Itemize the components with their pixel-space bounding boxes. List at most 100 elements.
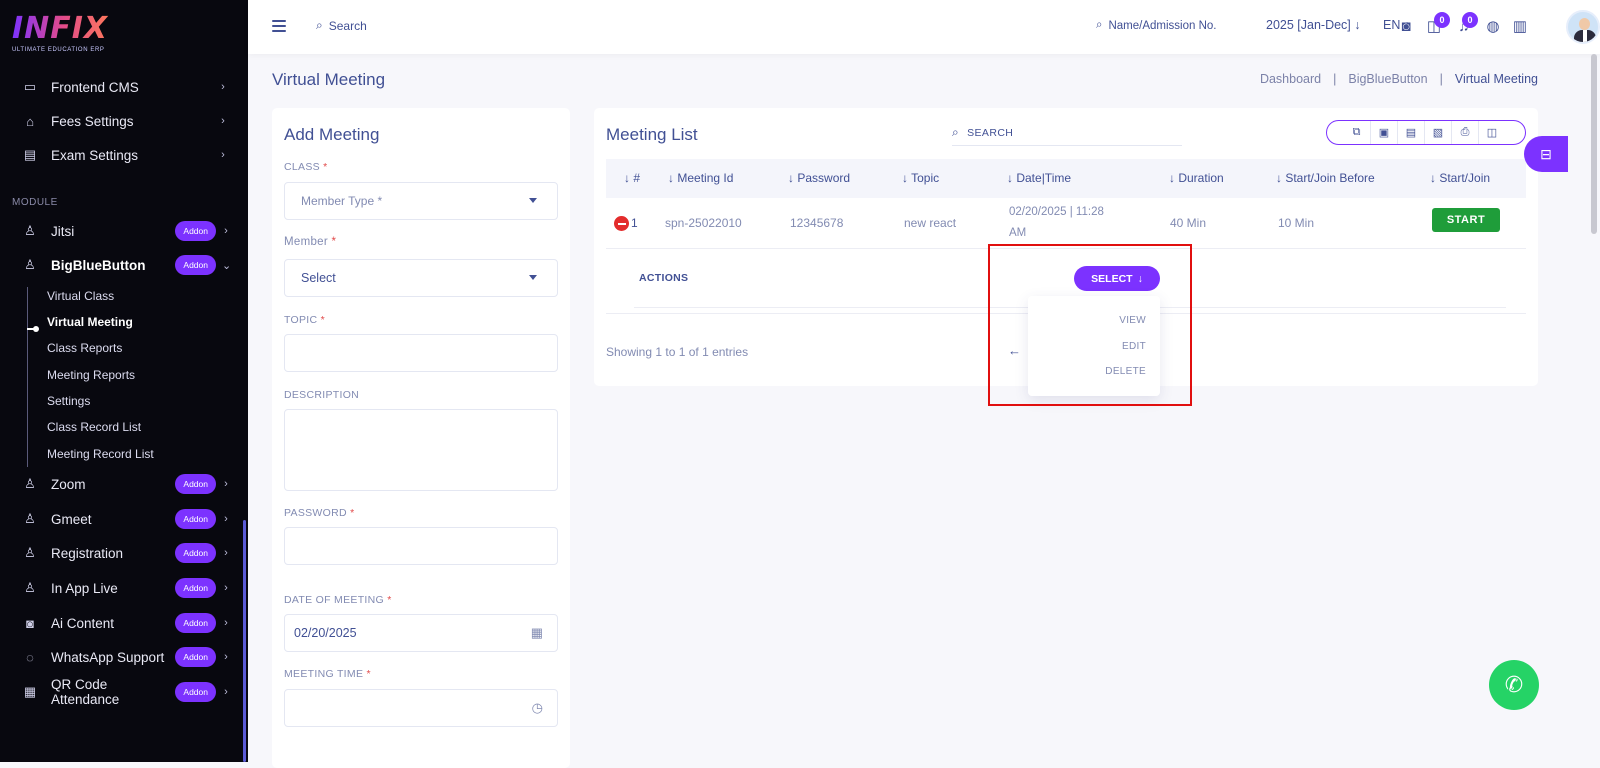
member-select-value: Select bbox=[301, 271, 336, 285]
sidebar-item-ai-content[interactable]: ◙ Ai Content Addon › bbox=[0, 608, 248, 638]
sidebar-item-registration[interactable]: ♙ Registration Addon › bbox=[0, 538, 248, 568]
columns-icon[interactable]: ◫ bbox=[1478, 121, 1505, 144]
sidebar-item-label: Zoom bbox=[51, 476, 86, 492]
sidebar-item-in-app-live[interactable]: ♙ In App Live Addon › bbox=[0, 573, 248, 603]
sidebar-item-label: WhatsApp Support bbox=[51, 649, 165, 665]
search-input[interactable]: ⌕ Search bbox=[316, 18, 367, 33]
sidebar-item-whatsapp-support[interactable]: ◌ WhatsApp Support Addon › bbox=[0, 642, 248, 672]
class-select-value: Member Type * bbox=[301, 194, 383, 208]
sidebar-sub-settings[interactable]: Settings bbox=[47, 391, 90, 411]
column-header-datetime[interactable]: ↓ Date|Time bbox=[1007, 171, 1071, 185]
sidebar-item-jitsi[interactable]: ♙ Jitsi Addon › bbox=[0, 216, 248, 246]
search-placeholder: Search bbox=[328, 18, 367, 33]
module-heading: MODULE bbox=[12, 197, 58, 208]
addon-badge: Addon bbox=[175, 221, 216, 241]
sidebar-sub-class-reports[interactable]: Class Reports bbox=[47, 338, 122, 358]
start-button[interactable]: START bbox=[1432, 208, 1500, 232]
chevron-right-icon: › bbox=[224, 686, 228, 698]
print-icon[interactable]: ⎙ bbox=[1451, 121, 1478, 144]
time-label: MEETING TIME * bbox=[284, 668, 371, 680]
sidebar-item-label: Jitsi bbox=[51, 223, 75, 239]
copy-icon[interactable]: ⧉ bbox=[1343, 121, 1370, 144]
chevron-right-icon: › bbox=[224, 225, 228, 237]
menu-toggle-icon[interactable] bbox=[272, 20, 286, 32]
addon-badge: Addon bbox=[175, 509, 216, 529]
column-header-password[interactable]: ↓ Password bbox=[788, 171, 850, 185]
breadcrumb-bigbluebutton[interactable]: BigBlueButton bbox=[1348, 72, 1427, 86]
row-date-time: 02/20/2025 | 11:28 bbox=[1009, 206, 1104, 218]
caret-down-icon bbox=[529, 198, 537, 203]
sidebar-sub-virtual-meeting[interactable]: Virtual Meeting bbox=[47, 312, 133, 332]
highlight-box bbox=[988, 244, 1192, 406]
column-header-duration[interactable]: ↓ Duration bbox=[1169, 171, 1224, 185]
date-input[interactable]: 02/20/2025 ▦ bbox=[284, 614, 558, 652]
sidebar-item-bigbluebutton[interactable]: ♙ BigBlueButton Addon ⌄ bbox=[0, 250, 248, 280]
sidebar-item-exam-settings[interactable]: ▤ Exam Settings › bbox=[0, 140, 248, 170]
page-scrollbar[interactable] bbox=[1591, 54, 1597, 234]
column-header-join-before[interactable]: ↓ Start/Join Before bbox=[1276, 171, 1375, 185]
row-number: 1 bbox=[631, 216, 638, 230]
year-select[interactable]: 2025 [Jan-Dec] ↓ bbox=[1266, 18, 1361, 32]
submenu-line bbox=[27, 287, 28, 467]
whatsapp-chat-icon[interactable]: ✆ bbox=[1489, 660, 1539, 710]
sidebar-scrollbar[interactable] bbox=[243, 520, 246, 762]
robot-icon[interactable]: ◙ bbox=[1396, 16, 1416, 36]
row-join-before: 10 Min bbox=[1278, 216, 1315, 230]
topbar: ⌕ Search ⌕ Name/Admission No. 2025 [Jan-… bbox=[248, 0, 1600, 54]
breadcrumb: Dashboard | BigBlueButton | Virtual Meet… bbox=[1260, 72, 1538, 86]
sidebar-sub-meeting-reports[interactable]: Meeting Reports bbox=[47, 365, 135, 385]
chevron-right-icon: › bbox=[224, 582, 228, 594]
page-title: Virtual Meeting bbox=[272, 70, 386, 89]
sidebar-item-qr-code-attendance[interactable]: ▦ QR Code Attendance Addon › bbox=[0, 677, 248, 707]
clock-icon[interactable]: ◷ bbox=[532, 700, 543, 716]
avatar[interactable] bbox=[1566, 10, 1600, 44]
delete-row-icon[interactable] bbox=[614, 216, 629, 231]
description-textarea[interactable] bbox=[284, 409, 558, 491]
class-select[interactable]: Member Type * bbox=[284, 182, 558, 220]
chart-icon[interactable]: ▥ bbox=[1510, 16, 1530, 36]
qr-icon: ▦ bbox=[23, 684, 37, 699]
time-input[interactable]: ◷ bbox=[284, 689, 558, 727]
chevron-right-icon: › bbox=[224, 513, 228, 525]
sidebar-item-frontend-cms[interactable]: ▭ Frontend CMS › bbox=[0, 72, 248, 102]
sidebar-sub-meeting-record-list[interactable]: Meeting Record List bbox=[47, 444, 154, 464]
bank-icon: ⌂ bbox=[26, 113, 34, 129]
chevron-right-icon: › bbox=[221, 115, 225, 127]
column-header-start-join[interactable]: ↓ Start/Join bbox=[1430, 171, 1490, 185]
password-input[interactable] bbox=[284, 527, 558, 565]
addon-badge: Addon bbox=[175, 647, 216, 667]
sidebar-item-zoom[interactable]: ♙ Zoom Addon › bbox=[0, 469, 248, 499]
brand-logo[interactable]: INFIX ULTIMATE EDUCATION ERP bbox=[12, 12, 112, 58]
breadcrumb-dashboard[interactable]: Dashboard bbox=[1260, 72, 1321, 86]
breadcrumb-separator: | bbox=[1333, 72, 1337, 86]
excel-icon[interactable]: ▣ bbox=[1370, 121, 1397, 144]
column-header-meeting-id[interactable]: ↓ Meeting Id bbox=[668, 171, 733, 185]
column-header-number[interactable]: ↓ # bbox=[624, 171, 640, 185]
gift-icon[interactable]: ⊟ bbox=[1524, 136, 1568, 172]
date-label: DATE OF MEETING * bbox=[284, 594, 392, 606]
date-value: 02/20/2025 bbox=[294, 626, 357, 640]
sidebar-item-label: Frontend CMS bbox=[51, 79, 139, 95]
book-icon: ▤ bbox=[23, 147, 37, 162]
row-duration: 40 Min bbox=[1170, 216, 1207, 230]
caret-down-icon bbox=[529, 275, 537, 280]
robot-icon: ◙ bbox=[26, 615, 34, 631]
chevron-right-icon: › bbox=[221, 81, 225, 93]
member-select[interactable]: Select bbox=[284, 259, 558, 297]
pdf-icon[interactable]: ▧ bbox=[1424, 121, 1451, 144]
table-search-input[interactable]: ⌕ SEARCH bbox=[952, 120, 1182, 146]
add-meeting-title: Add Meeting bbox=[284, 125, 380, 144]
topic-input[interactable] bbox=[284, 334, 558, 372]
sidebar-item-gmeet[interactable]: ♙ Gmeet Addon › bbox=[0, 504, 248, 534]
student-search-input[interactable]: ⌕ Name/Admission No. bbox=[1096, 19, 1216, 32]
globe-icon[interactable]: ◍ bbox=[1483, 16, 1503, 36]
actions-label: ACTIONS bbox=[639, 272, 689, 284]
sidebar-sub-class-record-list[interactable]: Class Record List bbox=[47, 417, 141, 437]
csv-icon[interactable]: ▤ bbox=[1397, 121, 1424, 144]
sidebar-item-fees-settings[interactable]: ⌂ Fees Settings › bbox=[0, 106, 248, 136]
column-header-topic[interactable]: ↓ Topic bbox=[902, 171, 939, 185]
addon-badge: Addon bbox=[175, 543, 216, 563]
chevron-right-icon: › bbox=[221, 149, 225, 161]
sidebar-sub-virtual-class[interactable]: Virtual Class bbox=[47, 286, 114, 306]
calendar-icon[interactable]: ▦ bbox=[531, 625, 543, 641]
